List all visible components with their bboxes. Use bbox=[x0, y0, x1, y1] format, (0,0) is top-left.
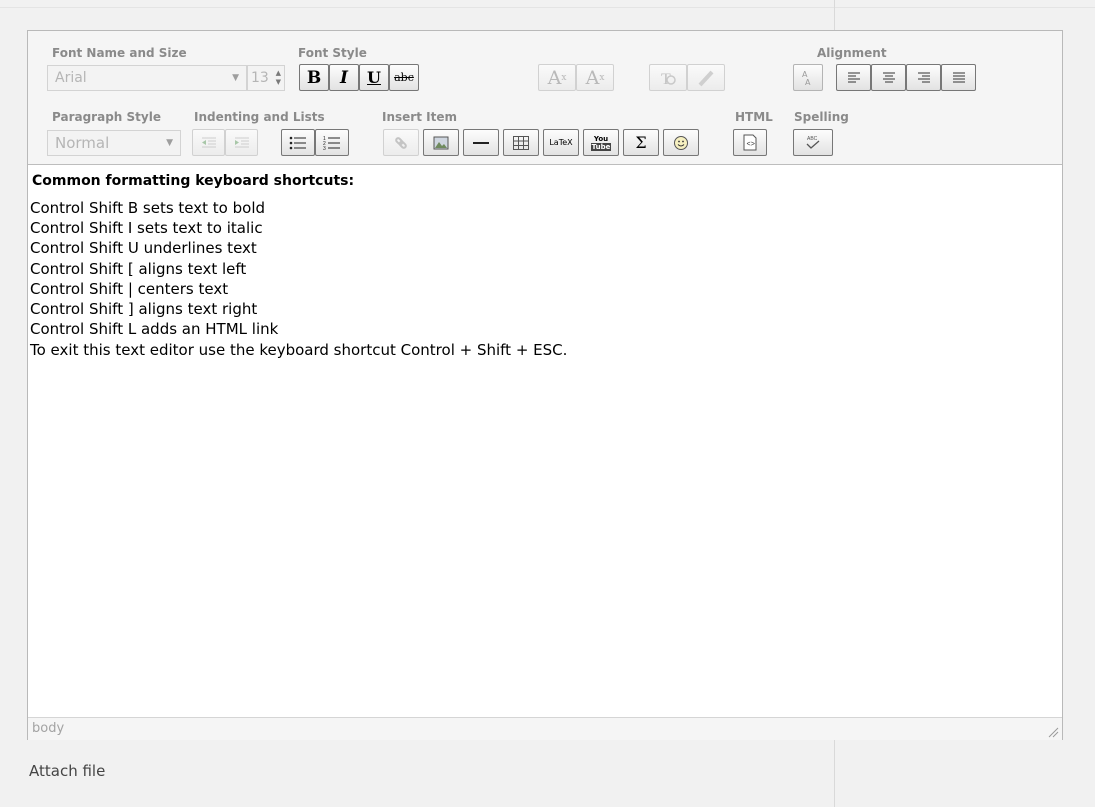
highlight-button[interactable] bbox=[687, 64, 725, 91]
group-label-indenting-lists: Indenting and Lists bbox=[194, 110, 325, 124]
top-divider bbox=[0, 7, 1095, 8]
shortcuts-heading: Common formatting keyboard shortcuts: bbox=[32, 173, 355, 189]
shortcut-line: Control Shift L adds an HTML link bbox=[30, 320, 279, 338]
insert-emoticon-button[interactable] bbox=[663, 129, 699, 156]
shortcut-line: Control Shift U underlines text bbox=[30, 239, 257, 257]
html-source-icon: <> bbox=[743, 134, 757, 151]
html-source-button[interactable]: <> bbox=[733, 129, 767, 156]
font-size-value: 13 bbox=[251, 70, 269, 86]
svg-text:<>: <> bbox=[747, 141, 755, 149]
stepper-arrows-icon: ▲ ▼ bbox=[275, 69, 281, 86]
paragraph-style-value: Normal bbox=[55, 134, 110, 152]
group-label-spelling: Spelling bbox=[794, 110, 849, 124]
italic-button[interactable]: I bbox=[329, 64, 359, 91]
link-icon bbox=[395, 136, 407, 149]
marker-icon bbox=[698, 70, 714, 86]
table-icon bbox=[513, 135, 529, 150]
editor-statusbar: body bbox=[28, 717, 1062, 740]
element-path[interactable]: body bbox=[32, 721, 64, 736]
shortcut-line: Control Shift B sets text to bold bbox=[30, 199, 266, 217]
rich-text-editor: Font Name and Size Font Style Alignment … bbox=[27, 30, 1063, 740]
insert-table-button[interactable] bbox=[503, 129, 539, 156]
spell-check-icon: ABC bbox=[806, 136, 820, 149]
align-left-icon bbox=[847, 72, 860, 82]
subscript-button[interactable]: Ax bbox=[538, 64, 576, 91]
bulleted-list-icon bbox=[289, 136, 306, 149]
remove-format-button[interactable]: T bbox=[649, 64, 687, 91]
align-right-icon bbox=[917, 72, 930, 82]
attach-file-link[interactable]: Attach file bbox=[29, 762, 105, 780]
group-label-insert-item: Insert Item bbox=[382, 110, 457, 124]
align-center-icon bbox=[882, 72, 895, 82]
underline-button[interactable]: U bbox=[359, 64, 389, 91]
image-icon bbox=[433, 136, 449, 149]
font-name-value: Arial bbox=[55, 70, 87, 86]
editor-toolbar: Font Name and Size Font Style Alignment … bbox=[28, 31, 1062, 165]
text-direction-button[interactable]: AA bbox=[793, 64, 823, 91]
bulleted-list-button[interactable] bbox=[281, 129, 315, 156]
numbered-list-icon: 123 bbox=[323, 136, 340, 151]
align-right-button[interactable] bbox=[906, 64, 941, 91]
indent-button[interactable] bbox=[225, 129, 258, 156]
svg-text:T: T bbox=[661, 71, 671, 87]
svg-text:3: 3 bbox=[323, 146, 326, 151]
text-direction-icon: AA bbox=[802, 70, 811, 87]
youtube-logo-top: You bbox=[593, 134, 609, 143]
align-justify-button[interactable] bbox=[941, 64, 976, 91]
subscript-mark: x bbox=[561, 72, 567, 83]
spell-check-button[interactable]: ABC bbox=[793, 129, 833, 156]
smiley-icon bbox=[674, 135, 688, 150]
insert-link-button[interactable] bbox=[383, 129, 419, 156]
group-label-paragraph-style: Paragraph Style bbox=[52, 110, 161, 124]
superscript-button[interactable]: Ax bbox=[576, 64, 614, 91]
insert-youtube-button[interactable]: You Tube bbox=[583, 129, 619, 156]
shortcut-line: Control Shift [ aligns text left bbox=[30, 260, 247, 278]
indent-icon bbox=[234, 137, 249, 147]
strikethrough-button[interactable]: abc bbox=[389, 64, 419, 91]
youtube-logo-bottom: Tube bbox=[590, 142, 612, 151]
horizontal-rule-icon bbox=[473, 141, 489, 144]
exit-instruction-line: To exit this text editor use the keyboar… bbox=[30, 341, 568, 359]
align-center-button[interactable] bbox=[871, 64, 906, 91]
chevron-down-icon: ▼ bbox=[166, 138, 173, 148]
insert-image-button[interactable] bbox=[423, 129, 459, 156]
resize-grip-icon[interactable] bbox=[1047, 726, 1059, 738]
align-left-button[interactable] bbox=[836, 64, 871, 91]
group-label-font-style: Font Style bbox=[298, 46, 367, 60]
horizontal-rule-button[interactable] bbox=[463, 129, 499, 156]
svg-text:ABC: ABC bbox=[807, 136, 818, 142]
outdent-button[interactable] bbox=[192, 129, 225, 156]
group-label-html: HTML bbox=[735, 110, 773, 124]
clear-format-icon: T bbox=[661, 71, 676, 87]
font-size-spinner[interactable]: 13 ▲ ▼ bbox=[247, 65, 285, 91]
outdent-icon bbox=[201, 137, 216, 147]
insert-equation-button[interactable]: Σ bbox=[623, 129, 659, 156]
shortcut-line: Control Shift ] aligns text right bbox=[30, 300, 258, 318]
superscript-mark: x bbox=[599, 72, 605, 83]
superscript-letter: A bbox=[585, 66, 600, 89]
bold-button[interactable]: B bbox=[299, 64, 329, 91]
align-justify-icon bbox=[952, 72, 965, 82]
numbered-list-button[interactable]: 123 bbox=[315, 129, 349, 156]
insert-latex-button[interactable]: LaTeX bbox=[543, 129, 579, 156]
subscript-letter: A bbox=[547, 66, 562, 89]
group-label-alignment: Alignment bbox=[817, 46, 887, 60]
group-label-font-name-size: Font Name and Size bbox=[52, 46, 187, 60]
chevron-down-icon: ▼ bbox=[232, 73, 239, 83]
shortcut-line: Control Shift | centers text bbox=[30, 280, 229, 298]
paragraph-style-select[interactable]: Normal ▼ bbox=[47, 130, 181, 156]
editor-content-area[interactable]: Common formatting keyboard shortcuts: Co… bbox=[28, 171, 1062, 716]
shortcut-line: Control Shift I sets text to italic bbox=[30, 219, 263, 237]
svg-text:A: A bbox=[805, 78, 811, 87]
font-name-select[interactable]: Arial ▼ bbox=[47, 65, 247, 91]
